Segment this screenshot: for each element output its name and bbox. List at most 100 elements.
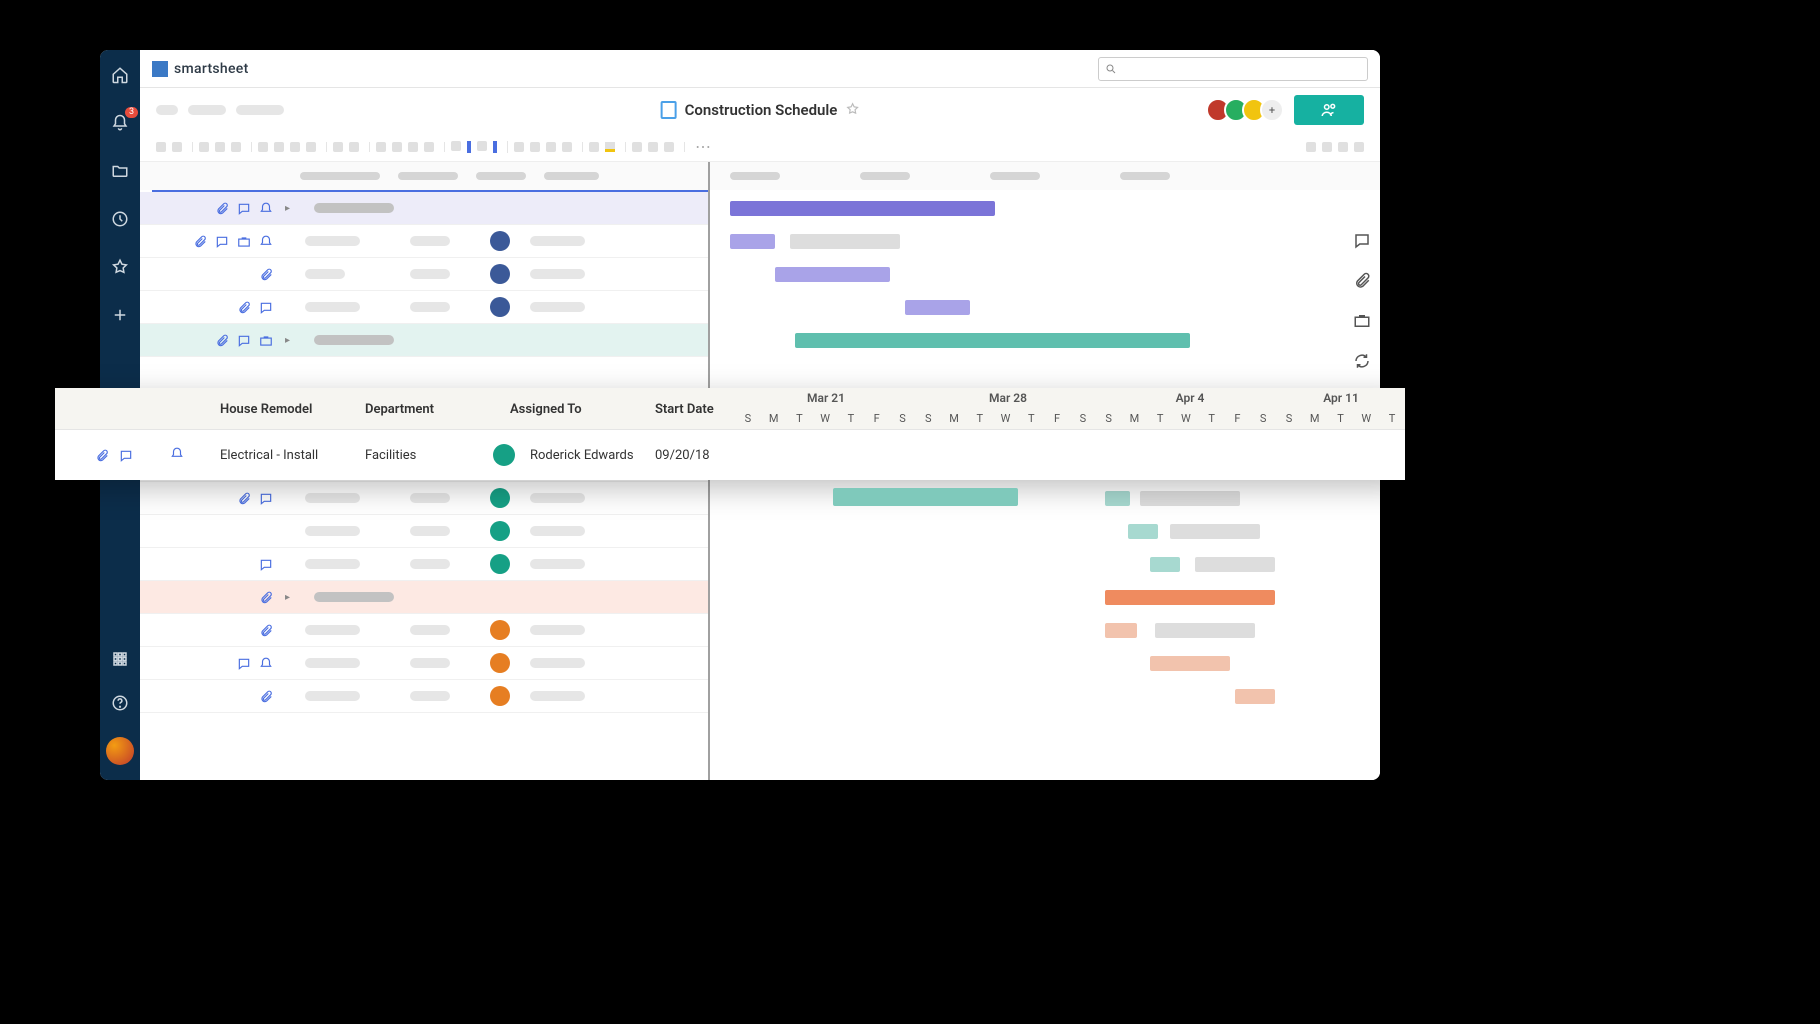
briefcase-icon[interactable] xyxy=(259,333,273,347)
comment-icon[interactable] xyxy=(237,201,251,215)
table-row[interactable] xyxy=(140,614,708,647)
comment-icon[interactable] xyxy=(259,557,273,571)
comment-icon[interactable] xyxy=(119,448,133,462)
timeline-day: W xyxy=(1173,412,1199,425)
timeline-day: S xyxy=(890,412,916,425)
column-header-start[interactable]: Start Date xyxy=(655,388,714,430)
table-row[interactable] xyxy=(140,482,708,515)
timeline-day: F xyxy=(1225,412,1251,425)
attachments-icon[interactable] xyxy=(1353,272,1371,290)
table-row[interactable] xyxy=(140,258,708,291)
document-header: Construction Schedule + xyxy=(140,88,1380,132)
attachment-icon[interactable] xyxy=(215,333,229,347)
attachment-icon[interactable] xyxy=(259,590,273,604)
detail-panel xyxy=(1344,222,1380,410)
reminder-icon[interactable] xyxy=(259,201,273,215)
avatar xyxy=(490,554,510,574)
attachment-icon[interactable] xyxy=(95,448,109,462)
timeline-day: W xyxy=(993,412,1019,425)
timeline-day: S xyxy=(735,412,761,425)
gantt-bar-remaining[interactable] xyxy=(1035,488,1120,506)
favorite-toggle[interactable] xyxy=(845,101,859,120)
table-row[interactable]: ▸ xyxy=(140,192,708,225)
search-input[interactable] xyxy=(1098,57,1368,81)
timeline-day: T xyxy=(1199,412,1225,425)
table-row[interactable]: ▸ xyxy=(140,581,708,614)
cell-assigned[interactable]: Roderick Edwards xyxy=(530,448,634,463)
update-requests-icon[interactable] xyxy=(1353,352,1371,370)
more-icon[interactable]: ⋯ xyxy=(695,137,711,156)
comment-icon[interactable] xyxy=(259,300,273,314)
timeline-day: M xyxy=(761,412,787,425)
reminder-icon[interactable] xyxy=(170,446,184,465)
recent-icon[interactable] xyxy=(110,209,130,229)
cell-start-date[interactable]: 09/20/18 xyxy=(655,448,710,463)
timeline-day: F xyxy=(1044,412,1070,425)
collaborator-avatars[interactable]: + xyxy=(1212,98,1284,122)
brand-logo[interactable]: smartsheet xyxy=(152,61,249,77)
timeline-day: M xyxy=(1121,412,1147,425)
comment-icon[interactable] xyxy=(259,491,273,505)
timeline-day: S xyxy=(915,412,941,425)
toolbar: ⋯ xyxy=(140,132,1380,162)
folder-icon[interactable] xyxy=(110,161,130,181)
column-header-assigned[interactable]: Assigned To xyxy=(510,388,582,430)
table-row[interactable] xyxy=(140,548,708,581)
proofs-icon[interactable] xyxy=(1353,312,1371,330)
favorites-icon[interactable] xyxy=(110,257,130,277)
avatar-more[interactable]: + xyxy=(1260,98,1284,122)
add-icon[interactable] xyxy=(110,305,130,325)
gantt-bar-completed[interactable] xyxy=(833,488,1018,506)
search-icon xyxy=(1105,63,1117,75)
table-row[interactable] xyxy=(140,225,708,258)
timeline-day: W xyxy=(812,412,838,425)
attachment-icon[interactable] xyxy=(259,623,273,637)
table-row[interactable] xyxy=(140,291,708,324)
comment-icon[interactable] xyxy=(215,234,229,248)
share-button[interactable] xyxy=(1294,95,1364,125)
avatar xyxy=(490,521,510,541)
cell-department[interactable]: Facilities xyxy=(365,448,416,463)
timeline-day: T xyxy=(787,412,813,425)
notifications-icon[interactable]: 3 xyxy=(110,113,130,133)
timeline-days: SMTWTFSSMTWTFSSMTWTFSSMTWT xyxy=(735,408,1405,428)
attachment-icon[interactable] xyxy=(259,689,273,703)
attachment-icon[interactable] xyxy=(237,300,251,314)
gantt-timeline-header: Mar 21 Mar 28 Apr 4 Apr 11 SMTWTFSSMTWTF… xyxy=(735,388,1405,430)
reminder-icon[interactable] xyxy=(259,234,273,248)
column-header-task[interactable]: House Remodel xyxy=(220,388,312,430)
home-icon[interactable] xyxy=(110,65,130,85)
table-row[interactable] xyxy=(140,647,708,680)
table-row[interactable] xyxy=(140,515,708,548)
timeline-day: T xyxy=(838,412,864,425)
timeline-day: W xyxy=(1353,412,1379,425)
column-header-department[interactable]: Department xyxy=(365,388,434,430)
apps-icon[interactable] xyxy=(110,649,130,669)
timeline-day: S xyxy=(1070,412,1096,425)
comment-icon[interactable] xyxy=(237,656,251,670)
table-row[interactable]: ▸ xyxy=(140,324,708,357)
attachment-icon[interactable] xyxy=(259,267,273,281)
attachment-icon[interactable] xyxy=(215,201,229,215)
help-icon[interactable] xyxy=(110,693,130,713)
user-avatar[interactable] xyxy=(106,737,134,765)
conversations-icon[interactable] xyxy=(1353,232,1371,250)
avatar xyxy=(490,297,510,317)
attachment-icon[interactable] xyxy=(193,234,207,248)
timeline-day: T xyxy=(1018,412,1044,425)
attachment-icon[interactable] xyxy=(237,491,251,505)
timeline-weeks: Mar 21 Mar 28 Apr 4 Apr 11 xyxy=(735,388,1405,408)
timeline-day: S xyxy=(1096,412,1122,425)
reminder-icon[interactable] xyxy=(259,656,273,670)
page-title: Construction Schedule xyxy=(685,101,838,119)
cell-task[interactable]: Electrical - Install xyxy=(220,448,318,463)
table-row[interactable] xyxy=(140,680,708,713)
comment-icon[interactable] xyxy=(237,333,251,347)
avatar xyxy=(490,620,510,640)
timeline-day: T xyxy=(967,412,993,425)
selected-task-row[interactable]: Electrical - Install Facilities Roderick… xyxy=(55,430,1405,480)
timeline-day: S xyxy=(1250,412,1276,425)
timeline-day: T xyxy=(1379,412,1405,425)
brand-mark-icon xyxy=(152,61,168,77)
briefcase-icon[interactable] xyxy=(237,234,251,248)
